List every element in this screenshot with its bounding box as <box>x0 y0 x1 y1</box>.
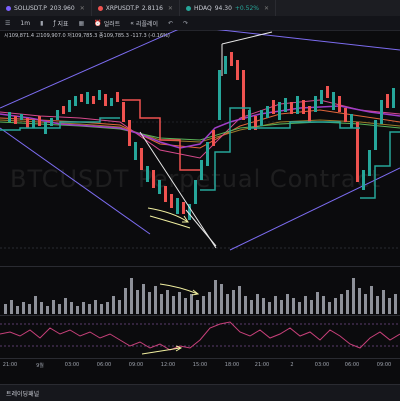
time-tick: 9월 <box>36 363 44 369</box>
osc-divergence-arrow <box>141 347 181 355</box>
xrp-icon <box>97 5 103 11</box>
time-tick: 03:00 <box>64 362 80 368</box>
candlesticks <box>8 52 395 220</box>
replay-label: 리플레이 <box>135 20 159 28</box>
close-icon[interactable]: ✕ <box>80 5 85 12</box>
alerts-button[interactable]: ⏰ 얼러트 <box>89 19 125 28</box>
tab-symbol: XRPUSDT.P <box>105 4 139 12</box>
time-tick: 12:00 <box>160 362 176 368</box>
time-tick: 09:00 <box>128 362 144 368</box>
volume-bars <box>4 278 397 314</box>
oscillator-svg <box>0 321 400 355</box>
indicators-button[interactable]: ƒ 지표 <box>48 19 73 28</box>
volume-pane[interactable] <box>0 266 400 314</box>
tab-hdaq[interactable]: HDAQ 94.30 +0.52% ✕ <box>180 0 277 16</box>
tab-price: 2.8116 <box>141 4 163 12</box>
close-icon[interactable]: ✕ <box>168 5 173 12</box>
indicator-icon: ƒ <box>53 19 56 27</box>
menu-icon[interactable]: ☰ <box>0 20 15 27</box>
price-chart-svg <box>0 30 400 251</box>
time-tick: 21:00 <box>2 362 18 368</box>
tab-change: +0.52% <box>234 4 259 12</box>
time-tick: 06:00 <box>96 362 112 368</box>
ohlc-legend: 시109,871.4 고109,907.0 저109,785.3 종109,78… <box>4 33 170 39</box>
alarm-icon: ⏰ <box>94 19 102 27</box>
supertrend-steps <box>0 99 400 199</box>
time-axis[interactable]: 21:00 9월 03:00 06:00 09:00 12:00 15:00 1… <box>0 358 400 373</box>
time-tick: 06:00 <box>344 362 360 368</box>
tab-xrpusdt[interactable]: XRPUSDT.P 2.8116 ✕ <box>92 0 180 16</box>
time-tick: 09:00 <box>376 362 392 368</box>
price-pane[interactable]: BTCUSDT Perpetual Contract <box>0 30 400 266</box>
time-tick: 21:00 <box>254 362 270 368</box>
alerts-label: 얼러트 <box>103 20 121 28</box>
tab-price: 94.30 <box>214 4 232 12</box>
trading-panel-label[interactable]: 트레이딩패널 <box>0 389 39 398</box>
time-tick: 03:00 <box>314 362 330 368</box>
templates-icon[interactable]: ▦ <box>74 20 90 27</box>
close-icon[interactable]: ✕ <box>264 5 269 12</box>
time-tick: 18:00 <box>224 362 240 368</box>
replay-icon: « <box>130 19 134 27</box>
chart-toolbar: ☰ 1m ▮ ƒ 지표 ▦ ⏰ 얼러트 «리플레이 ↶ ↷ <box>0 16 400 31</box>
replay-button[interactable]: «리플레이 <box>125 19 163 28</box>
oscillator-pane[interactable] <box>0 316 400 356</box>
upper-right-channel-line[interactable] <box>150 30 400 51</box>
tab-price: 203.960 <box>49 4 75 12</box>
candle-style-icon[interactable]: ▮ <box>35 20 48 27</box>
symbol-tab-bar: SOLUSDT.P 203.960 ✕ XRPUSDT.P 2.8116 ✕ H… <box>0 0 400 17</box>
tab-solusdt[interactable]: SOLUSDT.P 203.960 ✕ <box>0 0 92 16</box>
tab-symbol: HDAQ <box>193 4 212 12</box>
chart-window: SOLUSDT.P 203.960 ✕ XRPUSDT.P 2.8116 ✕ H… <box>0 0 400 401</box>
upper-channel-line[interactable] <box>0 30 195 109</box>
redo-icon[interactable]: ↷ <box>178 20 193 27</box>
left-channel-line[interactable] <box>0 127 151 235</box>
tab-symbol: SOLUSDT.P <box>14 4 47 12</box>
time-tick: 2 <box>290 362 294 368</box>
sol-icon <box>6 5 11 11</box>
hdaq-icon <box>185 5 191 11</box>
time-tick: 15:00 <box>192 362 208 368</box>
trading-panel-bar[interactable]: 트레이딩패널 <box>0 384 400 401</box>
interval-button[interactable]: 1m <box>15 20 35 27</box>
indicators-label: 지표 <box>57 20 69 28</box>
volume-svg <box>4 278 397 314</box>
undo-icon[interactable]: ↶ <box>163 20 178 27</box>
